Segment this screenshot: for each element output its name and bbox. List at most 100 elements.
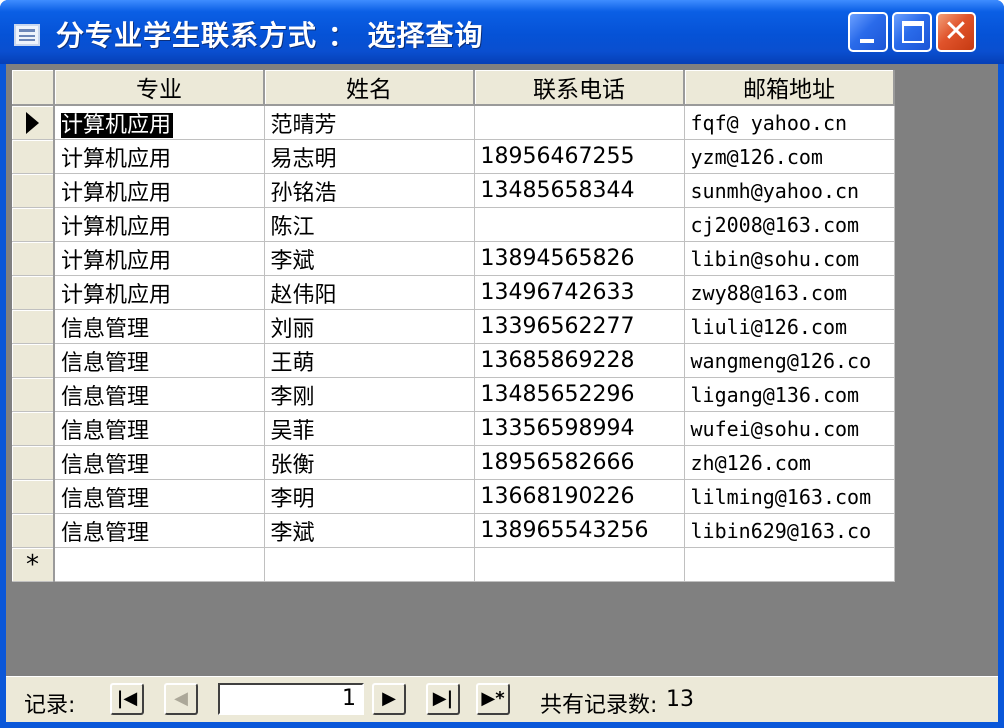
record-selector[interactable] [12, 139, 55, 174]
first-record-button[interactable]: |◀ [110, 683, 144, 715]
cell-phone[interactable]: 13356598994 [474, 411, 685, 446]
cell-phone[interactable]: 13668190226 [474, 479, 685, 514]
table-row[interactable]: 计算机应用 易志明 18956467255 yzm@126.com [12, 139, 895, 174]
datasheet-icon[interactable] [14, 24, 40, 46]
column-header-email[interactable]: 邮箱地址 [684, 70, 895, 106]
table-row[interactable]: 信息管理 王萌 13685869228 wangmeng@126.co [12, 343, 895, 378]
cell-name[interactable]: 吴菲 [264, 411, 475, 446]
new-record-row[interactable]: * [12, 547, 895, 582]
record-selector[interactable] [12, 479, 55, 514]
record-selector[interactable] [12, 377, 55, 412]
cell-email[interactable]: sunmh@yahoo.cn [684, 173, 895, 208]
cell-major[interactable]: 信息管理 [54, 479, 265, 514]
new-cell-name[interactable] [264, 547, 475, 582]
cell-major[interactable]: 计算机应用 [54, 207, 265, 242]
record-selector[interactable] [12, 173, 55, 208]
title-bar[interactable]: 分专业学生联系方式 ： 选择查询 ✕ [0, 0, 1004, 64]
cell-email[interactable]: lilming@163.com [684, 479, 895, 514]
cell-major[interactable]: 信息管理 [54, 377, 265, 412]
cell-major[interactable]: 计算机应用 [54, 173, 265, 208]
cell-major[interactable]: 计算机应用 [54, 105, 265, 140]
cell-email[interactable]: fqf@ yahoo.cn [684, 105, 895, 140]
cell-name[interactable]: 张衡 [264, 445, 475, 480]
close-button[interactable]: ✕ [936, 12, 976, 52]
cell-phone[interactable]: 13894565826 [474, 241, 685, 276]
cell-email[interactable]: ligang@136.com [684, 377, 895, 412]
cell-phone[interactable]: 138965543256 [474, 513, 685, 548]
column-header-major[interactable]: 专业 [54, 70, 265, 106]
cell-name[interactable]: 王萌 [264, 343, 475, 378]
cell-email[interactable]: libin629@163.co [684, 513, 895, 548]
cell-major[interactable]: 计算机应用 [54, 241, 265, 276]
cell-phone[interactable]: 13685869228 [474, 343, 685, 378]
table-row[interactable]: 计算机应用 孙铭浩 13485658344 sunmh@yahoo.cn [12, 173, 895, 208]
cell-phone[interactable] [474, 105, 685, 140]
record-selector[interactable] [12, 445, 55, 480]
new-cell-phone[interactable] [474, 547, 685, 582]
record-selector[interactable] [12, 309, 55, 344]
table-row[interactable]: 计算机应用 范晴芳 fqf@ yahoo.cn [12, 105, 895, 140]
record-selector[interactable] [12, 513, 55, 548]
cell-name[interactable]: 李斌 [264, 513, 475, 548]
table-row[interactable]: 信息管理 李明 13668190226 lilming@163.com [12, 479, 895, 514]
table-row[interactable]: 信息管理 刘丽 13396562277 liuli@126.com [12, 309, 895, 344]
record-selector[interactable] [12, 207, 55, 242]
cell-phone[interactable] [474, 207, 685, 242]
maximize-button[interactable] [892, 12, 932, 52]
cell-name[interactable]: 陈江 [264, 207, 475, 242]
cell-email[interactable]: zh@126.com [684, 445, 895, 480]
table-row[interactable]: 信息管理 李斌 138965543256 libin629@163.co [12, 513, 895, 548]
new-cell-email[interactable] [684, 547, 895, 582]
record-selector[interactable] [12, 343, 55, 378]
record-selector[interactable] [12, 105, 55, 140]
cell-major[interactable]: 计算机应用 [54, 139, 265, 174]
cell-phone[interactable]: 18956467255 [474, 139, 685, 174]
cell-phone[interactable]: 18956582666 [474, 445, 685, 480]
cell-email[interactable]: cj2008@163.com [684, 207, 895, 242]
new-record-asterisk-icon[interactable]: * [12, 547, 55, 582]
cell-email[interactable]: liuli@126.com [684, 309, 895, 344]
table-row[interactable]: 信息管理 张衡 18956582666 zh@126.com [12, 445, 895, 480]
cell-name[interactable]: 孙铭浩 [264, 173, 475, 208]
cell-email[interactable]: wangmeng@126.co [684, 343, 895, 378]
table-row[interactable]: 计算机应用 赵伟阳 13496742633 zwy88@163.com [12, 275, 895, 310]
cell-phone[interactable]: 13485658344 [474, 173, 685, 208]
cell-major[interactable]: 信息管理 [54, 445, 265, 480]
cell-name[interactable]: 范晴芳 [264, 105, 475, 140]
table-row[interactable]: 信息管理 李刚 13485652296 ligang@136.com [12, 377, 895, 412]
cell-name[interactable]: 李刚 [264, 377, 475, 412]
cell-name[interactable]: 刘丽 [264, 309, 475, 344]
cell-name[interactable]: 易志明 [264, 139, 475, 174]
cell-major[interactable]: 信息管理 [54, 309, 265, 344]
cell-phone[interactable]: 13396562277 [474, 309, 685, 344]
cell-major[interactable]: 信息管理 [54, 343, 265, 378]
table-row[interactable]: 信息管理 吴菲 13356598994 wufei@sohu.com [12, 411, 895, 446]
minimize-button[interactable] [848, 12, 888, 52]
column-header-name[interactable]: 姓名 [264, 70, 475, 106]
cell-major[interactable]: 信息管理 [54, 411, 265, 446]
column-header-phone[interactable]: 联系电话 [474, 70, 685, 106]
cell-major[interactable]: 计算机应用 [54, 275, 265, 310]
record-selector[interactable] [12, 275, 55, 310]
new-cell-major[interactable] [54, 547, 265, 582]
previous-record-button[interactable]: ◀ [164, 683, 198, 715]
new-record-button[interactable]: ▶* [476, 683, 510, 715]
cell-email[interactable]: wufei@sohu.com [684, 411, 895, 446]
record-selector[interactable] [12, 241, 55, 276]
cell-name[interactable]: 李明 [264, 479, 475, 514]
cell-phone[interactable]: 13485652296 [474, 377, 685, 412]
cell-email[interactable]: zwy88@163.com [684, 275, 895, 310]
cell-email[interactable]: libin@sohu.com [684, 241, 895, 276]
select-all-corner[interactable] [12, 70, 55, 106]
table-row[interactable]: 计算机应用 陈江 cj2008@163.com [12, 207, 895, 242]
record-number-field[interactable]: 1 [218, 683, 364, 715]
record-selector[interactable] [12, 411, 55, 446]
last-record-button[interactable]: ▶| [426, 683, 460, 715]
table-row[interactable]: 计算机应用 李斌 13894565826 libin@sohu.com [12, 241, 895, 276]
cell-name[interactable]: 赵伟阳 [264, 275, 475, 310]
cell-name[interactable]: 李斌 [264, 241, 475, 276]
cell-email[interactable]: yzm@126.com [684, 139, 895, 174]
cell-phone[interactable]: 13496742633 [474, 275, 685, 310]
cell-major[interactable]: 信息管理 [54, 513, 265, 548]
next-record-button[interactable]: ▶ [372, 683, 406, 715]
